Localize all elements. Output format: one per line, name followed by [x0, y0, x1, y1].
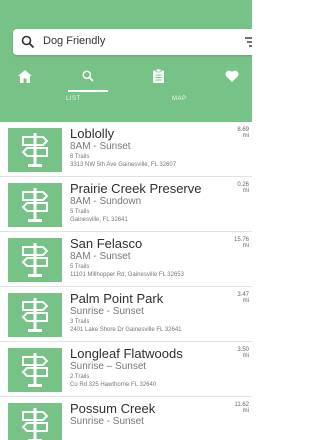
list-view-button[interactable]: LIST: [66, 96, 81, 112]
tab-clipboard[interactable]: [138, 62, 178, 90]
map-view-button[interactable]: MAP: [172, 96, 187, 112]
list-item[interactable]: Possum Creek Sunrise - Sunset 11.62 mi: [0, 397, 252, 440]
park-address: 11101 Millhopper Rd, Gainesville FL 3265…: [70, 272, 184, 278]
park-hours: Sunrise - Sunset: [70, 416, 144, 427]
clipboard-icon: [152, 69, 164, 83]
distance: 3.47 mi: [237, 292, 249, 304]
trail-sign-icon: [21, 188, 49, 222]
trail-sign-thumbnail: [8, 128, 62, 172]
park-address: 3313 NW 5th Ave Gainesville, FL 32607: [70, 162, 177, 168]
search-bar[interactable]: Dog Friendly: [13, 29, 252, 55]
park-hours: 8AM - Sundown: [70, 196, 142, 207]
list-item[interactable]: Prairie Creek Preserve 8AM - Sundown 5 T…: [0, 177, 252, 232]
park-name: Longleaf Flatwoods: [70, 346, 183, 361]
distance-unit: mi: [242, 353, 249, 359]
tab-home[interactable]: [5, 62, 45, 90]
trail-count: 2 Trails: [70, 374, 90, 380]
list-item-text: San Felasco 8AM - Sunset 5 Trails 11101 …: [70, 236, 246, 279]
trail-sign-thumbnail: [8, 403, 62, 440]
trail-sign-icon: [21, 408, 49, 440]
park-name: Possum Creek: [70, 401, 156, 416]
distance-unit: mi: [242, 133, 249, 139]
list-item[interactable]: Longleaf Flatwoods Sunrise – Sunset 2 Tr…: [0, 342, 252, 397]
list-item-text: Prairie Creek Preserve 8AM - Sundown 5 T…: [70, 181, 246, 224]
trail-sign-icon: [21, 298, 49, 332]
tab-favorites[interactable]: [212, 62, 252, 90]
view-toggle: LIST MAP: [0, 92, 252, 116]
list-item-text: Palm Point Park Sunrise - Sunset 3 Trail…: [70, 291, 246, 334]
trail-sign-icon: [21, 133, 49, 167]
trail-sign-icon: [21, 243, 49, 277]
search-input[interactable]: Dog Friendly: [43, 35, 105, 47]
list-item-text: Longleaf Flatwoods Sunrise – Sunset 2 Tr…: [70, 346, 246, 389]
park-address: Gainesville, FL 32641: [70, 217, 128, 223]
park-name: Palm Point Park: [70, 291, 164, 306]
home-icon: [18, 69, 32, 83]
trail-count: 5 Trails: [70, 264, 90, 270]
park-hours: Sunrise - Sunset: [70, 306, 144, 317]
trail-sign-thumbnail: [8, 183, 62, 227]
header-bar: Dog Friendly LIST MAP: [0, 0, 252, 122]
list-item[interactable]: Loblolly 8AM - Sunset 8 Trails 3313 NW 5…: [0, 122, 252, 177]
park-hours: Sunrise – Sunset: [70, 361, 147, 372]
distance: 3.50 mi: [237, 347, 249, 359]
distance-unit: mi: [242, 298, 249, 304]
list-item-text: Loblolly 8AM - Sunset 8 Trails 3313 NW 5…: [70, 126, 246, 169]
park-name: Loblolly: [70, 126, 115, 141]
park-list: Loblolly 8AM - Sunset 8 Trails 3313 NW 5…: [0, 122, 252, 440]
tab-bar: [0, 62, 252, 92]
distance: 11.62 mi: [234, 402, 249, 414]
trail-sign-thumbnail: [8, 293, 62, 337]
park-hours: 8AM - Sunset: [70, 141, 131, 152]
search-icon: [82, 70, 94, 82]
park-name: San Felasco: [70, 236, 143, 251]
search-icon: [21, 35, 35, 49]
heart-icon: [225, 70, 239, 82]
trail-sign-icon: [21, 353, 49, 387]
park-address: Co Rd 325 Hawthorne FL 32640: [70, 382, 157, 388]
trail-count: 5 Trails: [70, 209, 90, 215]
app-root: Dog Friendly LIST MAP Loblolly 8AM - Sun…: [0, 0, 252, 440]
distance-unit: mi: [242, 408, 249, 414]
list-item[interactable]: Palm Point Park Sunrise - Sunset 3 Trail…: [0, 287, 252, 342]
filter-icon[interactable]: [245, 36, 252, 48]
distance-unit: mi: [242, 188, 249, 194]
distance: 8.69 mi: [237, 127, 249, 139]
trail-sign-thumbnail: [8, 238, 62, 282]
park-address: 2401 Lake Shore Dr Gainesville FL 32641: [70, 327, 182, 333]
park-hours: 8AM - Sunset: [70, 251, 131, 262]
distance-unit: mi: [242, 243, 249, 249]
list-item-text: Possum Creek Sunrise - Sunset: [70, 401, 246, 428]
trail-count: 8 Trails: [70, 154, 90, 160]
trail-count: 3 Trails: [70, 319, 90, 325]
status-bar: [0, 0, 252, 18]
park-name: Prairie Creek Preserve: [70, 181, 202, 196]
list-item[interactable]: San Felasco 8AM - Sunset 5 Trails 11101 …: [0, 232, 252, 287]
trail-sign-thumbnail: [8, 348, 62, 392]
distance: 0.26 mi: [237, 182, 249, 194]
tab-search[interactable]: [68, 62, 108, 92]
distance: 15.76 mi: [234, 237, 249, 249]
